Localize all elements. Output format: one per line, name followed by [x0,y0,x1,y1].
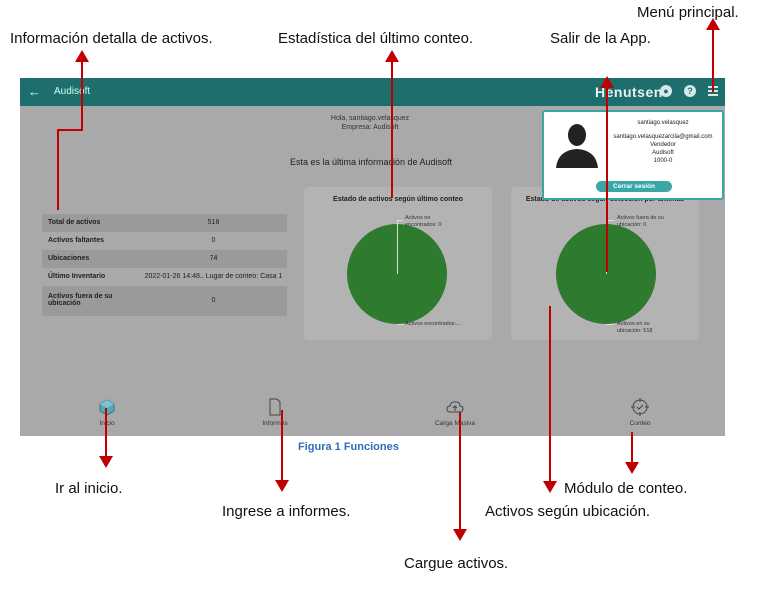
arrow-info-activos [57,58,83,210]
annotation-arrows [57,18,720,541]
